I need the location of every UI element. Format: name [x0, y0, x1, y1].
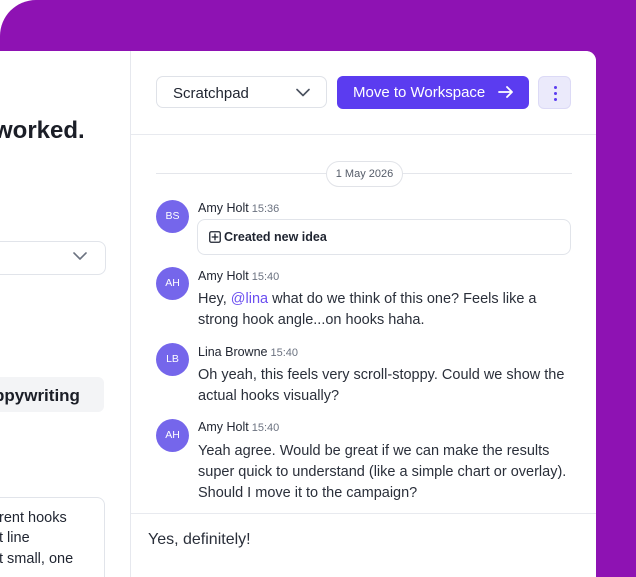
category-chip-label: ppywriting [0, 386, 80, 405]
date-badge: 1 May 2026 [326, 161, 403, 187]
arrow-right-icon [498, 86, 513, 98]
message-text: Hey, @lina what do we think of this one?… [198, 289, 568, 331]
move-to-workspace-button[interactable]: Move to Workspace [337, 76, 529, 109]
message-author: Lina Browne [198, 345, 268, 359]
scratchpad-select[interactable]: Scratchpad [156, 76, 327, 108]
avatar: AH [156, 267, 189, 300]
message-text: Yeah agree. Would be great if we can mak… [198, 443, 567, 501]
more-options-button[interactable] [538, 76, 571, 109]
page-title: worked. [0, 117, 85, 144]
created-idea-label: Created new idea [224, 230, 327, 244]
message-header: Amy Holt 15:40 [198, 269, 279, 283]
avatar: AH [156, 419, 189, 452]
message-text: Oh yeah, this feels very scroll-stoppy. … [198, 367, 565, 404]
scratchpad-select-value: Scratchpad [173, 85, 249, 102]
left-dropdown[interactable] [0, 241, 106, 275]
composer-input[interactable]: Yes, definitely! [148, 531, 251, 549]
avatar: BS [156, 200, 189, 233]
chat-panel: Scratchpad Move to Workspace 1 May 2026 … [131, 51, 596, 577]
chat-toolbar: Scratchpad Move to Workspace [131, 51, 596, 135]
message-composer[interactable]: Yes, definitely! [131, 513, 596, 577]
app-window: worked. ppywriting rent hooks t line t s… [0, 51, 596, 577]
mention-link[interactable]: @lina [231, 291, 268, 307]
message-author: Amy Holt [198, 269, 249, 283]
message-author: Amy Holt [198, 201, 249, 215]
category-chip[interactable]: ppywriting [0, 377, 104, 412]
message-time: 15:40 [251, 422, 280, 434]
card-line: rent hooks [0, 510, 67, 526]
message-header: Lina Browne 15:40 [198, 345, 298, 359]
idea-description-card: rent hooks t line t small, one ... [0, 497, 105, 577]
move-to-workspace-label: Move to Workspace [353, 84, 486, 101]
created-idea-card[interactable]: Created new idea [197, 219, 571, 255]
card-line: t line [0, 530, 30, 546]
message-time: 15:36 [251, 203, 280, 215]
message-time: 15:40 [270, 347, 299, 359]
card-line: t small, one [0, 551, 74, 567]
card-line: ... [0, 572, 11, 577]
plus-square-icon [209, 231, 221, 243]
message-header: Amy Holt 15:36 [198, 201, 279, 215]
date-divider: 1 May 2026 [156, 161, 572, 187]
chevron-down-icon [296, 88, 310, 97]
message-author: Amy Holt [198, 420, 249, 434]
message-time: 15:40 [251, 271, 280, 283]
avatar: LB [156, 343, 189, 376]
message-header: Amy Holt 15:40 [198, 420, 279, 434]
chevron-down-icon [73, 252, 87, 260]
message-text-part: Hey, [198, 291, 231, 307]
left-panel: worked. ppywriting rent hooks t line t s… [0, 51, 131, 577]
